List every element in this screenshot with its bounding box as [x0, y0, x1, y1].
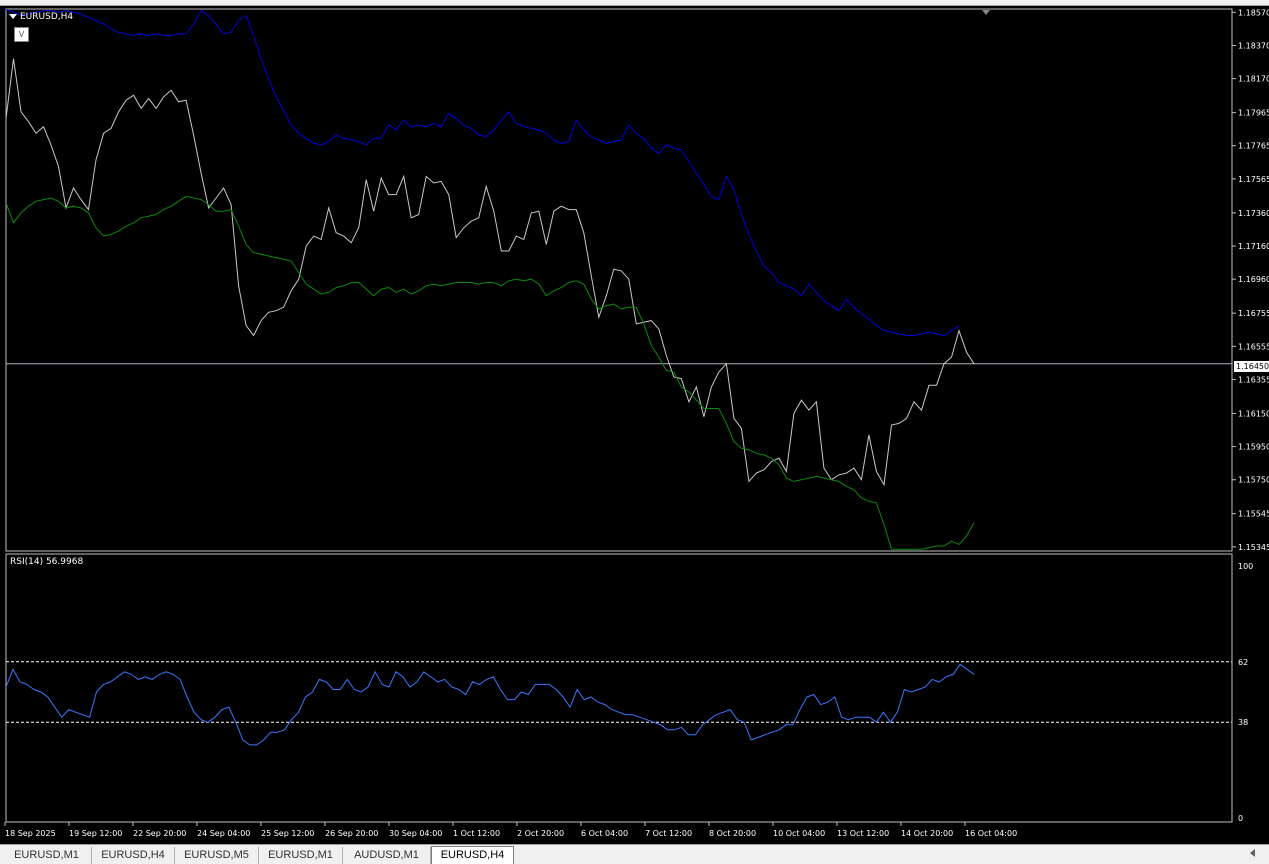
tab-audusd-m1[interactable]: AUDUSD,M1: [343, 847, 431, 864]
price-tick-label-13: 1.15950: [1238, 443, 1269, 452]
time-tick-label-8: 2 Oct 20:00: [517, 829, 564, 838]
time-tick-label-9: 6 Oct 04:00: [581, 829, 628, 838]
time-tick-label-11: 8 Oct 20:00: [709, 829, 756, 838]
rsi-tick-label-0: 100: [1238, 562, 1253, 571]
price-tick-label-7: 1.17160: [1238, 242, 1269, 251]
close-price-line: [6, 58, 975, 487]
rsi-panel-frame: [5, 553, 1233, 823]
v-button[interactable]: V: [14, 27, 29, 42]
time-tick-label-2: 22 Sep 20:00: [133, 829, 186, 838]
rsi-label: RSI(14) 56.9968: [10, 557, 84, 567]
time-tick-label-12: 10 Oct 04:00: [773, 829, 825, 838]
scroll-left-icon[interactable]: [1250, 849, 1255, 857]
rsi-tick-label-3: 0: [1238, 814, 1243, 823]
tab-eurusd-m1-2[interactable]: EURUSD,M1: [259, 847, 343, 864]
chart-canvas[interactable]: 1.18570 1.18370 1.18170 1.17965 1.17765 1.175…: [0, 6, 1269, 844]
current-price-tag: 1.16450: [1234, 361, 1269, 372]
price-tick-label-9: 1.16755: [1238, 309, 1269, 318]
rsi-tick-label-1: 62: [1238, 658, 1248, 667]
tab-eurusd-m1[interactable]: EURUSD,M1: [2, 847, 92, 864]
rsi-line: [5, 663, 975, 746]
time-tick-label-3: 24 Sep 04:00: [197, 829, 250, 838]
symbol-label-text: EURUSD,H4: [20, 12, 74, 22]
price-tick-label-0: 1.18570: [1238, 8, 1269, 17]
price-tick-label-8: 1.16960: [1238, 275, 1269, 284]
price-tick-label-6: 1.17360: [1238, 209, 1269, 218]
time-tick-label-13: 13 Oct 12:00: [837, 829, 889, 838]
price-tick-label-16: 1.15345: [1238, 543, 1269, 552]
chart-tabs-bar: EURUSD,M1 EURUSD,H4 EURUSD,M5 EURUSD,M1 …: [0, 844, 1269, 864]
price-tick-label-5: 1.17565: [1238, 175, 1269, 184]
tab-eurusd-h4[interactable]: EURUSD,H4: [92, 847, 175, 864]
price-tick-label-2: 1.18170: [1238, 75, 1269, 84]
tab-eurusd-m5[interactable]: EURUSD,M5: [175, 847, 259, 864]
time-tick-label-7: 1 Oct 12:00: [453, 829, 500, 838]
price-tick-label-15: 1.15545: [1238, 510, 1269, 519]
time-tick-label-1: 19 Sep 12:00: [69, 829, 122, 838]
chart-shift-marker-icon: [982, 10, 990, 15]
price-tick-label-10: 1.16555: [1238, 342, 1269, 351]
time-tick-label-10: 7 Oct 12:00: [645, 829, 692, 838]
time-tick-label-14: 14 Oct 20:00: [901, 829, 953, 838]
time-tick-label-6: 30 Sep 04:00: [389, 829, 442, 838]
price-tick-label-12: 1.16150: [1238, 409, 1269, 418]
dropdown-triangle-icon[interactable]: [9, 14, 17, 19]
time-tick-label-5: 26 Sep 20:00: [325, 829, 378, 838]
time-tick-label-0: 18 Sep 2025: [5, 829, 56, 838]
price-tick-label-3: 1.17965: [1238, 109, 1269, 118]
price-panel-frame: [5, 8, 1233, 552]
time-tick-label-15: 16 Oct 04:00: [965, 829, 1017, 838]
price-tick-label-1: 1.18370: [1238, 41, 1269, 50]
price-tick-label-14: 1.15750: [1238, 476, 1269, 485]
price-tick-label-4: 1.17765: [1238, 142, 1269, 151]
time-tick-label-4: 25 Sep 12:00: [261, 829, 314, 838]
rsi-tick-label-2: 38: [1238, 718, 1248, 727]
symbol-label[interactable]: EURUSD,H4: [9, 11, 73, 23]
upper-band-line: [6, 9, 960, 337]
tab-eurusd-h4-active[interactable]: EURUSD,H4: [431, 846, 514, 864]
chart-window[interactable]: 1.18570 1.18370 1.18170 1.17965 1.17765 1.175…: [0, 6, 1269, 844]
moving-average-line: [6, 195, 975, 550]
price-tick-label-11: 1.16355: [1238, 375, 1269, 384]
